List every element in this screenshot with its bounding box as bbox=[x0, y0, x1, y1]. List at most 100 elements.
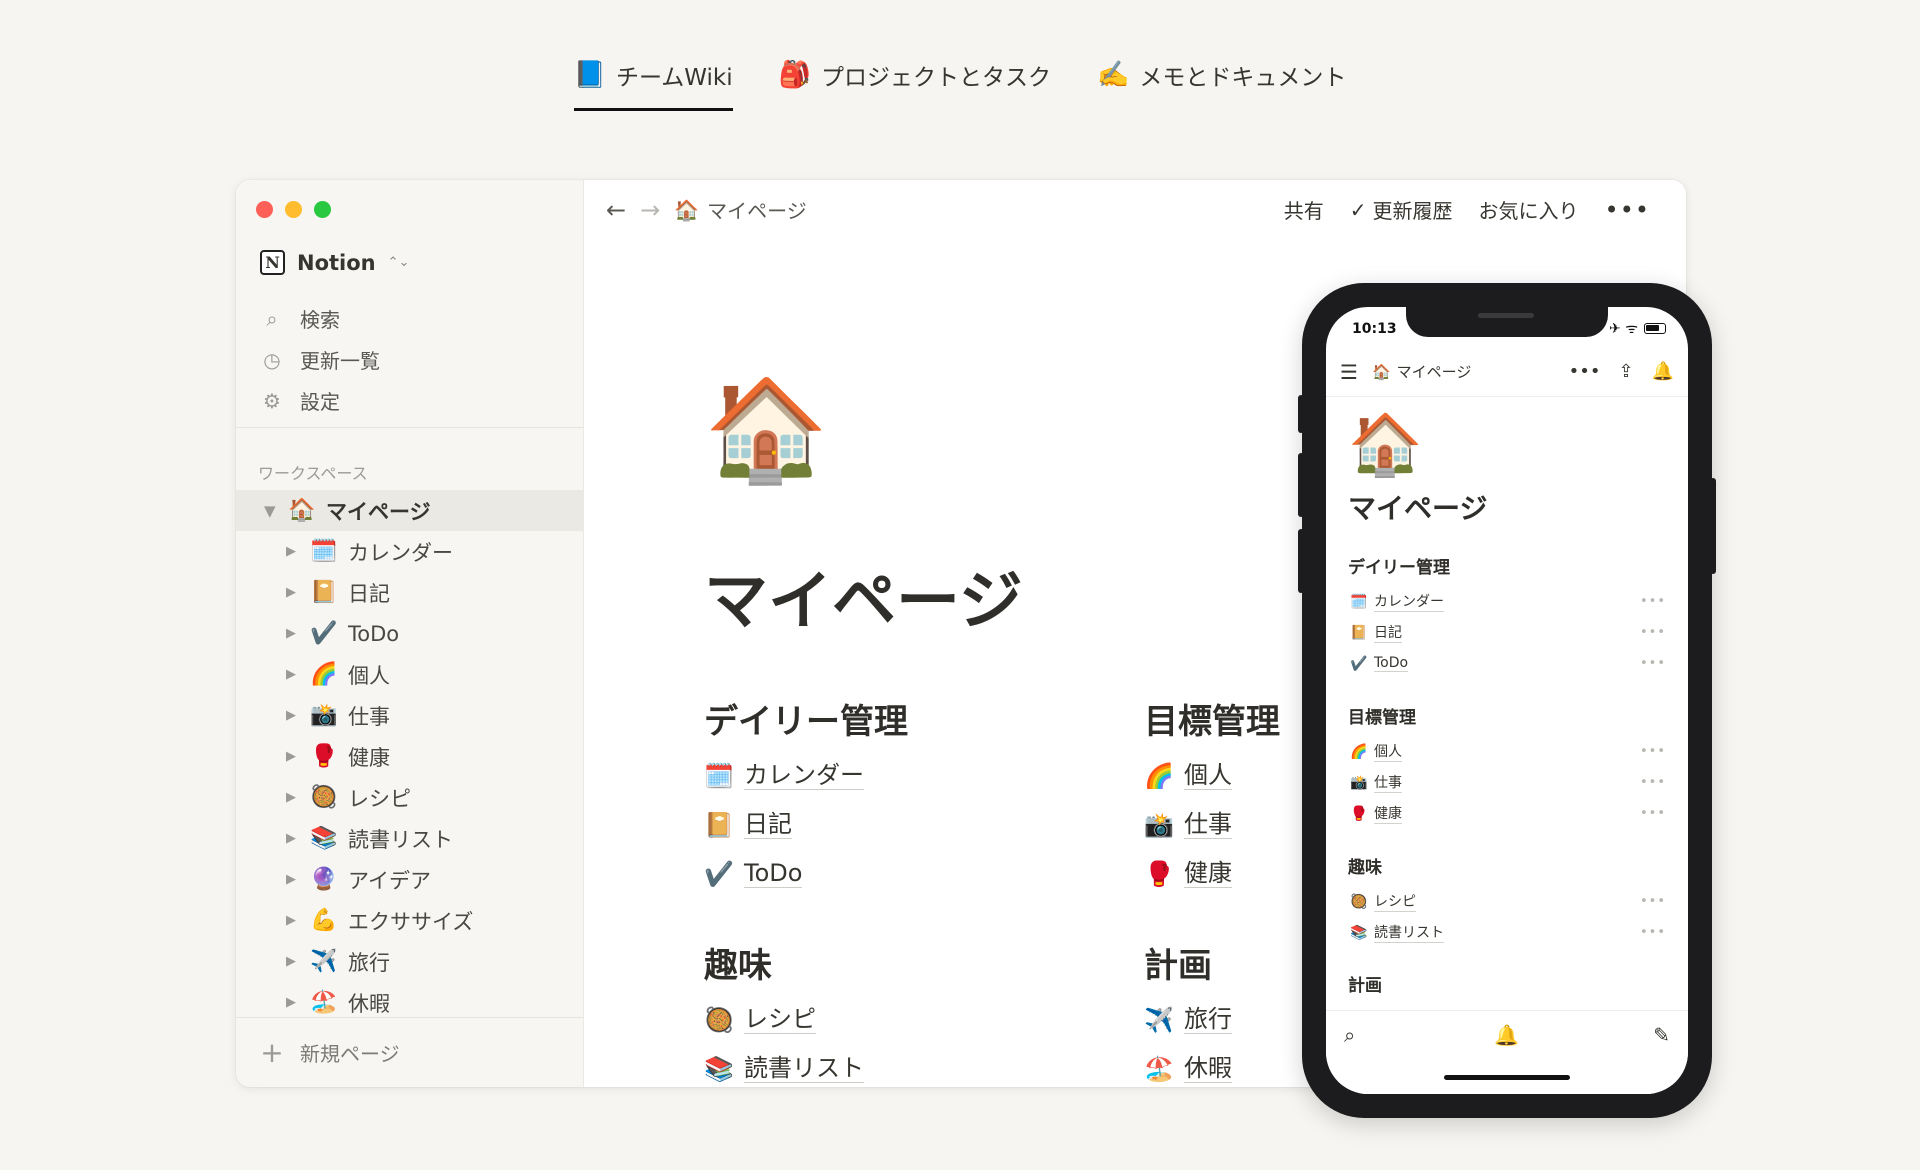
camera-icon: 📸 bbox=[310, 703, 338, 728]
food-pan-icon: 🥘 bbox=[704, 1005, 734, 1034]
favorite-button[interactable]: お気に入り bbox=[1479, 195, 1579, 224]
phone-page-link[interactable]: 🥊 健康 ••• bbox=[1348, 798, 1666, 829]
sidebar-item-search[interactable]: ⌕ 検索 bbox=[260, 298, 380, 339]
page-tree: ▼ 🏠 マイページ ▶ 🗓️ カレンダー ▶ 📔 日記 ▶ ✔️ ToDo ▶ 🌈 個人 ▶ 📸 仕… bbox=[236, 490, 584, 1023]
page-title[interactable]: マイページ bbox=[704, 550, 1023, 642]
hamburger-icon[interactable]: ☰ bbox=[1340, 360, 1358, 384]
page-link[interactable]: 📚 読書リスト bbox=[704, 1044, 864, 1087]
section-heading: 目標管理 bbox=[1348, 708, 1416, 728]
tab-notes-docs[interactable]: ✍️ メモとドキュメント bbox=[1097, 58, 1346, 111]
page-link[interactable]: 🏖️ 休暇 bbox=[1144, 1044, 1232, 1087]
toggle-right-icon[interactable]: ▶ bbox=[286, 872, 306, 887]
tab-projects-tasks[interactable]: 🎒 プロジェクトとタスク bbox=[779, 58, 1051, 111]
sidebar-item-settings[interactable]: ⚙ 設定 bbox=[260, 380, 380, 421]
tab-label: チームWiki bbox=[615, 65, 733, 91]
phone-page-link[interactable]: ✔️ ToDo ••• bbox=[1348, 648, 1666, 679]
phone-page-icon[interactable]: 🏠 bbox=[1348, 415, 1423, 475]
more-icon[interactable]: ••• bbox=[1640, 806, 1666, 821]
tree-item[interactable]: ▶ ✈️ 旅行 bbox=[236, 941, 584, 982]
tree-item[interactable]: ▶ 💪 エクササイズ bbox=[236, 900, 584, 941]
battery-icon bbox=[1644, 323, 1666, 334]
toggle-right-icon[interactable]: ▶ bbox=[286, 626, 306, 641]
page-icon-house[interactable]: 🏠 bbox=[704, 380, 829, 480]
close-window-button[interactable] bbox=[256, 201, 273, 218]
toggle-right-icon[interactable]: ▶ bbox=[286, 749, 306, 764]
airplane-icon: ✈️ bbox=[310, 949, 338, 974]
tree-item-label: 日記 bbox=[348, 581, 390, 606]
food-pan-icon: 🥘 bbox=[310, 785, 338, 810]
phone-page-link[interactable]: 🌈 個人 ••• bbox=[1348, 736, 1666, 767]
toggle-right-icon[interactable]: ▶ bbox=[286, 954, 306, 969]
more-icon[interactable]: ••• bbox=[1605, 196, 1650, 224]
phone-page-link[interactable]: 🗓️ カレンダー ••• bbox=[1348, 586, 1666, 617]
toggle-right-icon[interactable]: ▶ bbox=[286, 831, 306, 846]
toggle-down-icon[interactable]: ▼ bbox=[264, 502, 284, 520]
forward-arrow-icon[interactable]: → bbox=[640, 196, 660, 224]
toggle-right-icon[interactable]: ▶ bbox=[286, 585, 306, 600]
tree-item[interactable]: ▶ 🥘 レシピ bbox=[236, 777, 584, 818]
more-icon[interactable]: ••• bbox=[1640, 594, 1666, 609]
phone-screen: 10:13 ✈ ᯤ ☰ 🏠 マイページ ••• ⇪ 🔔 🏠 マイページ デイリー… bbox=[1326, 307, 1688, 1094]
page-link[interactable]: 🥊 健康 bbox=[1144, 849, 1280, 898]
page-link[interactable]: 🥘 レシピ bbox=[704, 995, 864, 1044]
more-icon[interactable]: ••• bbox=[1640, 625, 1666, 640]
maximize-window-button[interactable] bbox=[314, 201, 331, 218]
tree-item[interactable]: ▶ 🥊 健康 bbox=[236, 736, 584, 777]
compose-icon[interactable]: ✎ bbox=[1653, 1023, 1670, 1047]
sidebar-item-updates[interactable]: ◷ 更新一覧 bbox=[260, 339, 380, 380]
page-link[interactable]: ✔️ ToDo bbox=[704, 849, 908, 898]
toggle-right-icon[interactable]: ▶ bbox=[286, 544, 306, 559]
toggle-right-icon[interactable]: ▶ bbox=[286, 667, 306, 682]
tree-item[interactable]: ▶ 📔 日記 bbox=[236, 572, 584, 613]
more-icon[interactable]: ••• bbox=[1569, 361, 1601, 382]
more-icon[interactable]: ••• bbox=[1640, 744, 1666, 759]
tree-item[interactable]: ▶ 📚 読書リスト bbox=[236, 818, 584, 859]
share-button[interactable]: 共有 bbox=[1284, 195, 1324, 224]
page-link[interactable]: 📔 日記 bbox=[704, 800, 908, 849]
tree-item[interactable]: ▶ 🔮 アイデア bbox=[236, 859, 584, 900]
share-icon[interactable]: ⇪ bbox=[1618, 361, 1633, 382]
more-icon[interactable]: ••• bbox=[1640, 894, 1666, 909]
new-page-button[interactable]: + 新規ページ bbox=[236, 1017, 583, 1087]
tree-item[interactable]: ▶ ✔️ ToDo bbox=[236, 613, 584, 654]
tree-item-label: 読書リスト bbox=[348, 827, 453, 852]
home-indicator[interactable] bbox=[1444, 1075, 1570, 1080]
checkmark-icon: ✔️ bbox=[704, 859, 734, 888]
phone-page-link[interactable]: 🥘 レシピ ••• bbox=[1348, 886, 1666, 917]
phone-side-button bbox=[1710, 478, 1716, 574]
tree-item-label: レシピ bbox=[348, 786, 411, 811]
workspace-name: Notion bbox=[297, 250, 376, 275]
phone-page-title[interactable]: マイページ bbox=[1348, 487, 1487, 527]
workspace-switcher[interactable]: N Notion ⌃⌄ bbox=[260, 250, 409, 275]
page-link[interactable]: 📸 仕事 bbox=[1144, 800, 1280, 849]
phone-notch bbox=[1406, 307, 1608, 337]
tree-item[interactable]: ▶ 📸 仕事 bbox=[236, 695, 584, 736]
chevron-updown-icon: ⌃⌄ bbox=[387, 255, 410, 270]
tab-team-wiki[interactable]: 📘 チームWiki bbox=[573, 58, 733, 111]
phone-page-link[interactable]: 📚 読書リスト ••• bbox=[1348, 917, 1666, 948]
tree-item[interactable]: ▶ 🗓️ カレンダー bbox=[236, 531, 584, 572]
toggle-right-icon[interactable]: ▶ bbox=[286, 708, 306, 723]
toggle-right-icon[interactable]: ▶ bbox=[286, 790, 306, 805]
toggle-right-icon[interactable]: ▶ bbox=[286, 995, 306, 1010]
phone-breadcrumb[interactable]: 🏠 マイページ bbox=[1372, 361, 1471, 382]
tree-item[interactable]: ▶ 🌈 個人 bbox=[236, 654, 584, 695]
page-link[interactable]: 🌈 個人 bbox=[1144, 751, 1280, 800]
more-icon[interactable]: ••• bbox=[1640, 775, 1666, 790]
toggle-right-icon[interactable]: ▶ bbox=[286, 913, 306, 928]
minimize-window-button[interactable] bbox=[285, 201, 302, 218]
back-arrow-icon[interactable]: ← bbox=[606, 196, 626, 224]
bell-icon[interactable]: 🔔 bbox=[1652, 361, 1674, 382]
history-button[interactable]: ✓ 更新履歴 bbox=[1350, 195, 1453, 224]
phone-page-link[interactable]: 📔 日記 ••• bbox=[1348, 617, 1666, 648]
bell-icon[interactable]: 🔔 bbox=[1494, 1023, 1519, 1047]
page-link[interactable]: ✈️ 旅行 bbox=[1144, 995, 1232, 1044]
tree-item-my-page[interactable]: ▼ 🏠 マイページ bbox=[236, 490, 584, 531]
more-icon[interactable]: ••• bbox=[1640, 925, 1666, 940]
phone-page-link[interactable]: 📸 仕事 ••• bbox=[1348, 767, 1666, 798]
search-icon[interactable]: ⌕ bbox=[1344, 1023, 1355, 1047]
more-icon[interactable]: ••• bbox=[1640, 656, 1666, 671]
sidebar-menu: ⌕ 検索 ◷ 更新一覧 ⚙ 設定 bbox=[260, 298, 380, 421]
breadcrumb[interactable]: 🏠 マイページ bbox=[674, 195, 807, 224]
page-link[interactable]: 🗓️ カレンダー bbox=[704, 751, 908, 800]
